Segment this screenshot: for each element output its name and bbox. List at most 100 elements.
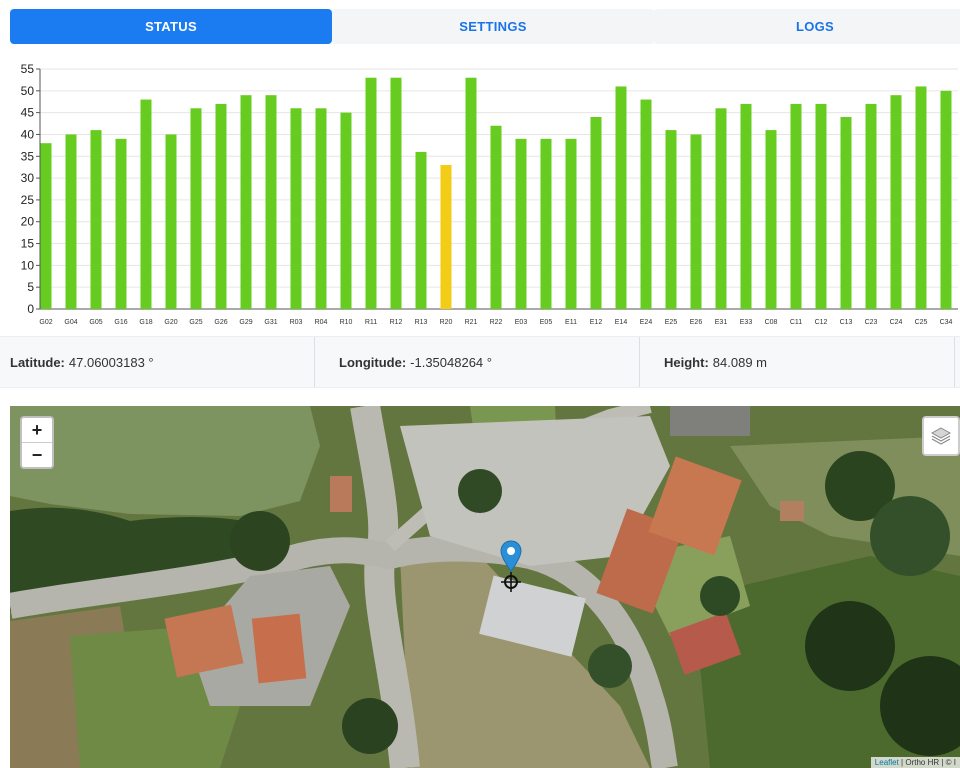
x-tick-label: G16 (114, 319, 127, 326)
longitude-value: -1.35048264 ° (410, 354, 492, 370)
x-tick-label: E26 (690, 319, 703, 326)
longitude-cell: Longitude: -1.35048264 ° (314, 337, 639, 387)
height-label: Height: (664, 354, 709, 370)
y-tick-label: 40 (21, 127, 35, 141)
x-tick-label: R20 (440, 319, 453, 326)
bar (165, 134, 177, 309)
tab-status[interactable]: STATUS (10, 9, 332, 44)
bar (440, 165, 452, 309)
signal-strength-chart: 0 5 10 15 20 25 30 35 40 45 50 55 G02 G04 G05 G16 G18 G20… (0, 56, 960, 326)
bar (340, 112, 352, 309)
bar (790, 103, 802, 309)
y-tick-label: 15 (21, 237, 35, 251)
x-tick-label: R13 (415, 319, 428, 326)
bar (190, 108, 202, 309)
zoom-in-button[interactable]: + (22, 418, 52, 442)
x-tick-label: R04 (315, 319, 328, 326)
crosshair-icon (501, 572, 521, 592)
layers-icon (930, 427, 952, 445)
tab-logs[interactable]: LOGS (654, 9, 960, 44)
x-tick-label: R10 (340, 319, 353, 326)
x-tick-label: E24 (640, 319, 653, 326)
x-tick-label: G04 (64, 319, 77, 326)
bar (765, 130, 777, 309)
x-tick-label: R22 (490, 319, 503, 326)
x-tick-label: G05 (89, 319, 102, 326)
bar (90, 130, 102, 309)
bar (865, 103, 877, 309)
zoom-control: + − (20, 416, 54, 469)
map-marker-icon[interactable] (500, 540, 522, 572)
bar (315, 108, 327, 309)
y-tick-label: 55 (21, 62, 35, 76)
x-tick-label: E33 (740, 319, 753, 326)
bar (265, 95, 277, 309)
bar (940, 90, 952, 309)
latitude-cell: Latitude: 47.06003183 ° (0, 337, 314, 387)
x-tick-label: E31 (715, 319, 728, 326)
bar (915, 86, 927, 309)
x-tick-label: G20 (164, 319, 177, 326)
x-tick-label: G02 (39, 319, 52, 326)
zoom-out-button[interactable]: − (22, 442, 52, 467)
bar (565, 138, 577, 309)
x-tick-label: G29 (239, 319, 252, 326)
bar (640, 99, 652, 309)
layers-button[interactable] (922, 416, 960, 456)
bar (590, 117, 602, 309)
bar (840, 117, 852, 309)
bar (515, 138, 527, 309)
bar (690, 134, 702, 309)
x-tick-label: R11 (365, 319, 377, 326)
latitude-label: Latitude: (10, 354, 65, 370)
bar (390, 77, 402, 310)
map-view[interactable]: + − Leaflet | Ortho HR | © I (10, 406, 960, 768)
x-tick-label: E14 (615, 319, 628, 326)
x-tick-label: E11 (565, 319, 577, 326)
x-tick-label: E25 (665, 319, 678, 326)
y-tick-label: 10 (21, 258, 35, 272)
latitude-value: 47.06003183 ° (68, 354, 154, 370)
x-tick-label: C34 (940, 319, 953, 326)
chart-svg: 0 5 10 15 20 25 30 35 40 45 50 55 G02 G04 G05 G16 G18 G20… (21, 62, 958, 326)
bar (65, 134, 77, 309)
x-tick-label: E05 (540, 319, 553, 326)
bar (540, 138, 552, 309)
tab-settings[interactable]: SETTINGS (332, 9, 654, 44)
bar (715, 108, 727, 309)
bar (740, 103, 752, 309)
attribution-link[interactable]: Leaflet (875, 758, 899, 767)
x-tick-label: C12 (815, 319, 828, 326)
bar (615, 86, 627, 309)
satellite-imagery[interactable] (10, 406, 960, 768)
y-tick-label: 45 (21, 106, 35, 120)
bar (490, 125, 502, 310)
bar (665, 130, 677, 309)
x-tick-label: G31 (264, 319, 277, 326)
attribution-text: | Ortho HR | © I (898, 758, 956, 767)
bar (465, 77, 477, 310)
longitude-label: Longitude: (339, 354, 407, 370)
bar (890, 95, 902, 309)
bar (215, 103, 227, 309)
x-tick-label: C11 (790, 319, 802, 326)
x-tick-label: G18 (139, 319, 152, 326)
x-tick-label: R12 (390, 319, 403, 326)
x-tick-label: R21 (465, 319, 478, 326)
y-tick-label: 50 (21, 84, 35, 98)
y-tick-label: 30 (21, 171, 35, 185)
y-tick-label: 25 (21, 193, 35, 207)
x-tick-label: G25 (189, 319, 202, 326)
x-tick-label: C23 (865, 319, 878, 326)
x-tick-label: C13 (840, 319, 853, 326)
bar (40, 143, 52, 309)
bar (115, 138, 127, 309)
bar (815, 103, 827, 309)
extra-cell (954, 337, 960, 387)
x-tick-label: R03 (290, 319, 303, 326)
map-attribution: Leaflet | Ortho HR | © I (870, 757, 960, 768)
x-tick-label: E12 (590, 319, 603, 326)
y-tick-label: 5 (27, 280, 34, 294)
bar (240, 95, 252, 309)
bar (140, 99, 152, 309)
